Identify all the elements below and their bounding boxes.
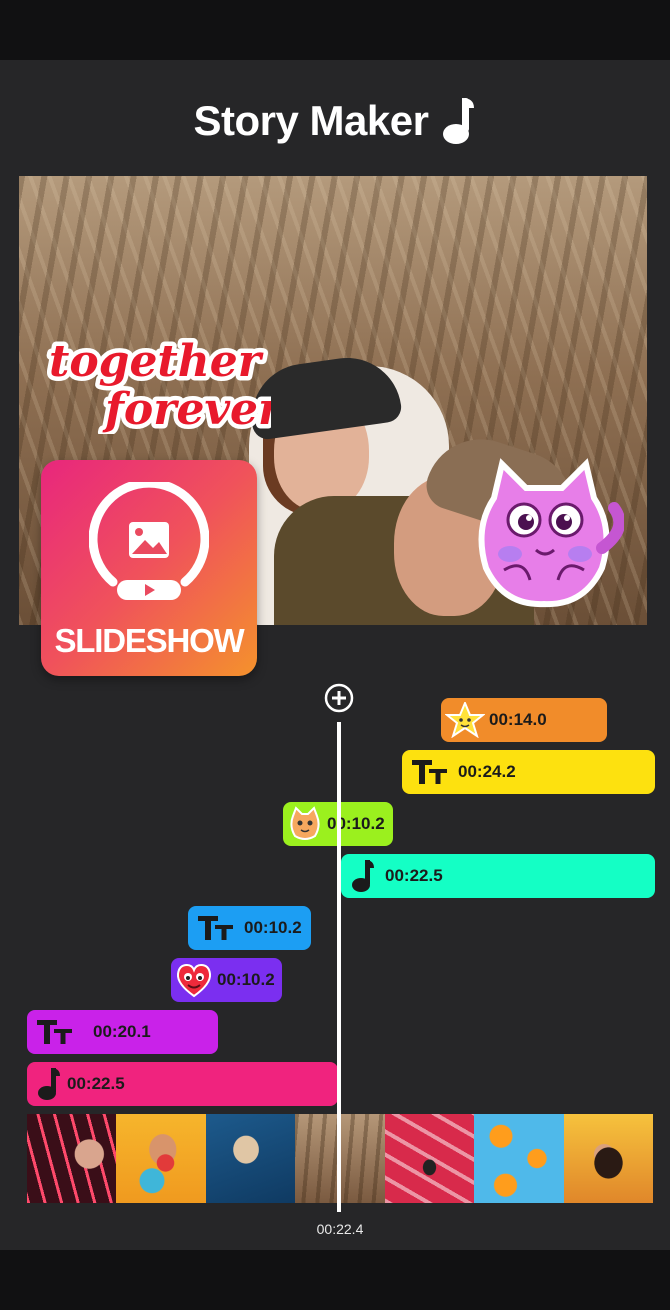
music-note-icon bbox=[443, 98, 475, 144]
text-icon bbox=[37, 1020, 72, 1044]
star-sticker-icon bbox=[445, 702, 485, 738]
track-text[interactable]: 00:20.1 bbox=[27, 1010, 218, 1054]
text-icon bbox=[198, 916, 233, 940]
slideshow-photo-icon bbox=[89, 482, 209, 600]
track-text[interactable]: 00:10.2 bbox=[188, 906, 311, 950]
thumbnail-neon-portrait[interactable] bbox=[27, 1114, 117, 1203]
text-icon bbox=[412, 760, 447, 784]
thumbnail-sunset-portrait[interactable] bbox=[563, 1114, 653, 1203]
track-star-sticker[interactable]: 00:14.0 bbox=[441, 698, 607, 742]
track-text[interactable]: 00:24.2 bbox=[402, 750, 655, 794]
thumbnail-love-wall[interactable] bbox=[384, 1114, 475, 1203]
track-duration: 00:14.0 bbox=[489, 710, 547, 729]
thumbnail-blue-wall-jump[interactable] bbox=[205, 1114, 296, 1203]
current-time: 00:22.4 bbox=[316, 1221, 364, 1237]
add-layer-icon[interactable] bbox=[324, 683, 354, 713]
timeline-playhead[interactable] bbox=[337, 722, 341, 1212]
track-duration: 00:22.5 bbox=[385, 866, 443, 885]
track-heart-sticker[interactable]: 00:10.2 bbox=[171, 958, 282, 1002]
track-duration: 00:10.2 bbox=[327, 814, 385, 833]
track-duration: 00:24.2 bbox=[458, 762, 516, 781]
music-note-icon bbox=[352, 860, 374, 892]
cat-sticker[interactable] bbox=[464, 458, 624, 608]
slideshow-logo: SLIDESHOW bbox=[41, 460, 257, 676]
sticker-line1: together bbox=[49, 336, 264, 387]
track-duration: 00:10.2 bbox=[217, 970, 275, 989]
track-duration: 00:22.5 bbox=[67, 1074, 125, 1093]
thumbnail-beach-ball-woman[interactable] bbox=[116, 1114, 206, 1203]
track-duration: 00:20.1 bbox=[93, 1022, 151, 1041]
cat-sticker-icon bbox=[290, 806, 320, 840]
music-note-icon bbox=[38, 1068, 60, 1100]
heart-sticker-icon bbox=[176, 963, 212, 998]
together-forever-sticker[interactable]: together together forever forever bbox=[41, 324, 272, 435]
slideshow-label: SLIDESHOW bbox=[54, 622, 244, 659]
app-title-text: Story Maker bbox=[193, 97, 429, 144]
track-music[interactable]: 00:22.5 bbox=[27, 1062, 338, 1106]
thumbnail-orange-slices[interactable] bbox=[474, 1114, 564, 1203]
sticker-line2: forever bbox=[102, 384, 271, 434]
app-title: Story Maker bbox=[0, 96, 670, 146]
track-duration: 00:10.2 bbox=[244, 918, 302, 937]
track-music[interactable]: 00:22.5 bbox=[341, 854, 655, 898]
